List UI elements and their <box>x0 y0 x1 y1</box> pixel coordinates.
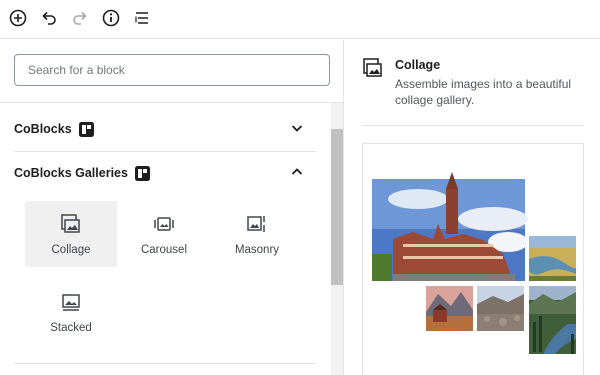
block-item-label: Carousel <box>140 244 188 256</box>
coblocks-logo-icon <box>78 121 94 137</box>
redo-button[interactable] <box>68 6 92 30</box>
preview-description: Assemble images into a beautiful collage… <box>395 77 572 107</box>
collage-icon <box>363 58 382 77</box>
preview-title: Collage <box>395 58 441 72</box>
block-search-input[interactable] <box>14 54 330 86</box>
block-item-label: Stacked <box>50 322 92 334</box>
collage-photo-river <box>529 236 577 281</box>
panel-divider <box>14 363 316 364</box>
redo-icon <box>73 11 87 25</box>
block-inserter: CoBlocks CoBlocks Galleries <box>0 40 344 375</box>
panel-coblocks-galleries[interactable]: CoBlocks Galleries <box>14 151 316 195</box>
collage-icon <box>61 214 80 233</box>
collage-photo-barn <box>426 286 473 331</box>
chevron-up-icon <box>291 168 303 175</box>
collage-preview <box>362 143 584 375</box>
plus-circle-icon <box>9 9 27 27</box>
editor-toolbar <box>0 0 600 39</box>
list-outline-icon <box>135 12 148 24</box>
coblocks-logo-icon <box>134 165 150 181</box>
collage-photo-forest <box>529 286 576 354</box>
block-list: CoBlocks CoBlocks Galleries Collage Caro… <box>0 103 343 375</box>
collage-photo-cathedral <box>372 172 528 281</box>
preview-divider <box>362 125 584 126</box>
block-item-label: Collage <box>51 244 91 256</box>
undo-icon <box>42 11 56 25</box>
block-item-stacked[interactable]: Stacked <box>25 279 117 345</box>
block-item-collage[interactable]: Collage <box>25 201 117 267</box>
collage-preview-image <box>372 172 577 354</box>
undo-button[interactable] <box>37 6 61 30</box>
chevron-down-icon <box>291 125 303 132</box>
add-block-button[interactable] <box>6 6 30 30</box>
block-preview-panel: Collage Assemble images into a beautiful… <box>345 40 600 375</box>
stacked-icon <box>62 294 80 311</box>
info-button[interactable] <box>99 6 123 30</box>
panel-title: CoBlocks <box>14 122 72 136</box>
scrollbar-thumb[interactable] <box>331 129 343 285</box>
panel-title: CoBlocks Galleries <box>14 166 128 180</box>
panel-coblocks[interactable]: CoBlocks <box>14 107 316 151</box>
collage-photo-rocks <box>477 286 524 331</box>
block-item-masonry[interactable]: Masonry <box>211 201 303 267</box>
block-item-label: Masonry <box>234 244 280 256</box>
outline-button[interactable] <box>130 6 154 30</box>
info-icon <box>102 9 120 27</box>
masonry-icon <box>247 216 265 232</box>
block-item-carousel[interactable]: Carousel <box>118 201 210 267</box>
carousel-icon <box>154 217 174 231</box>
